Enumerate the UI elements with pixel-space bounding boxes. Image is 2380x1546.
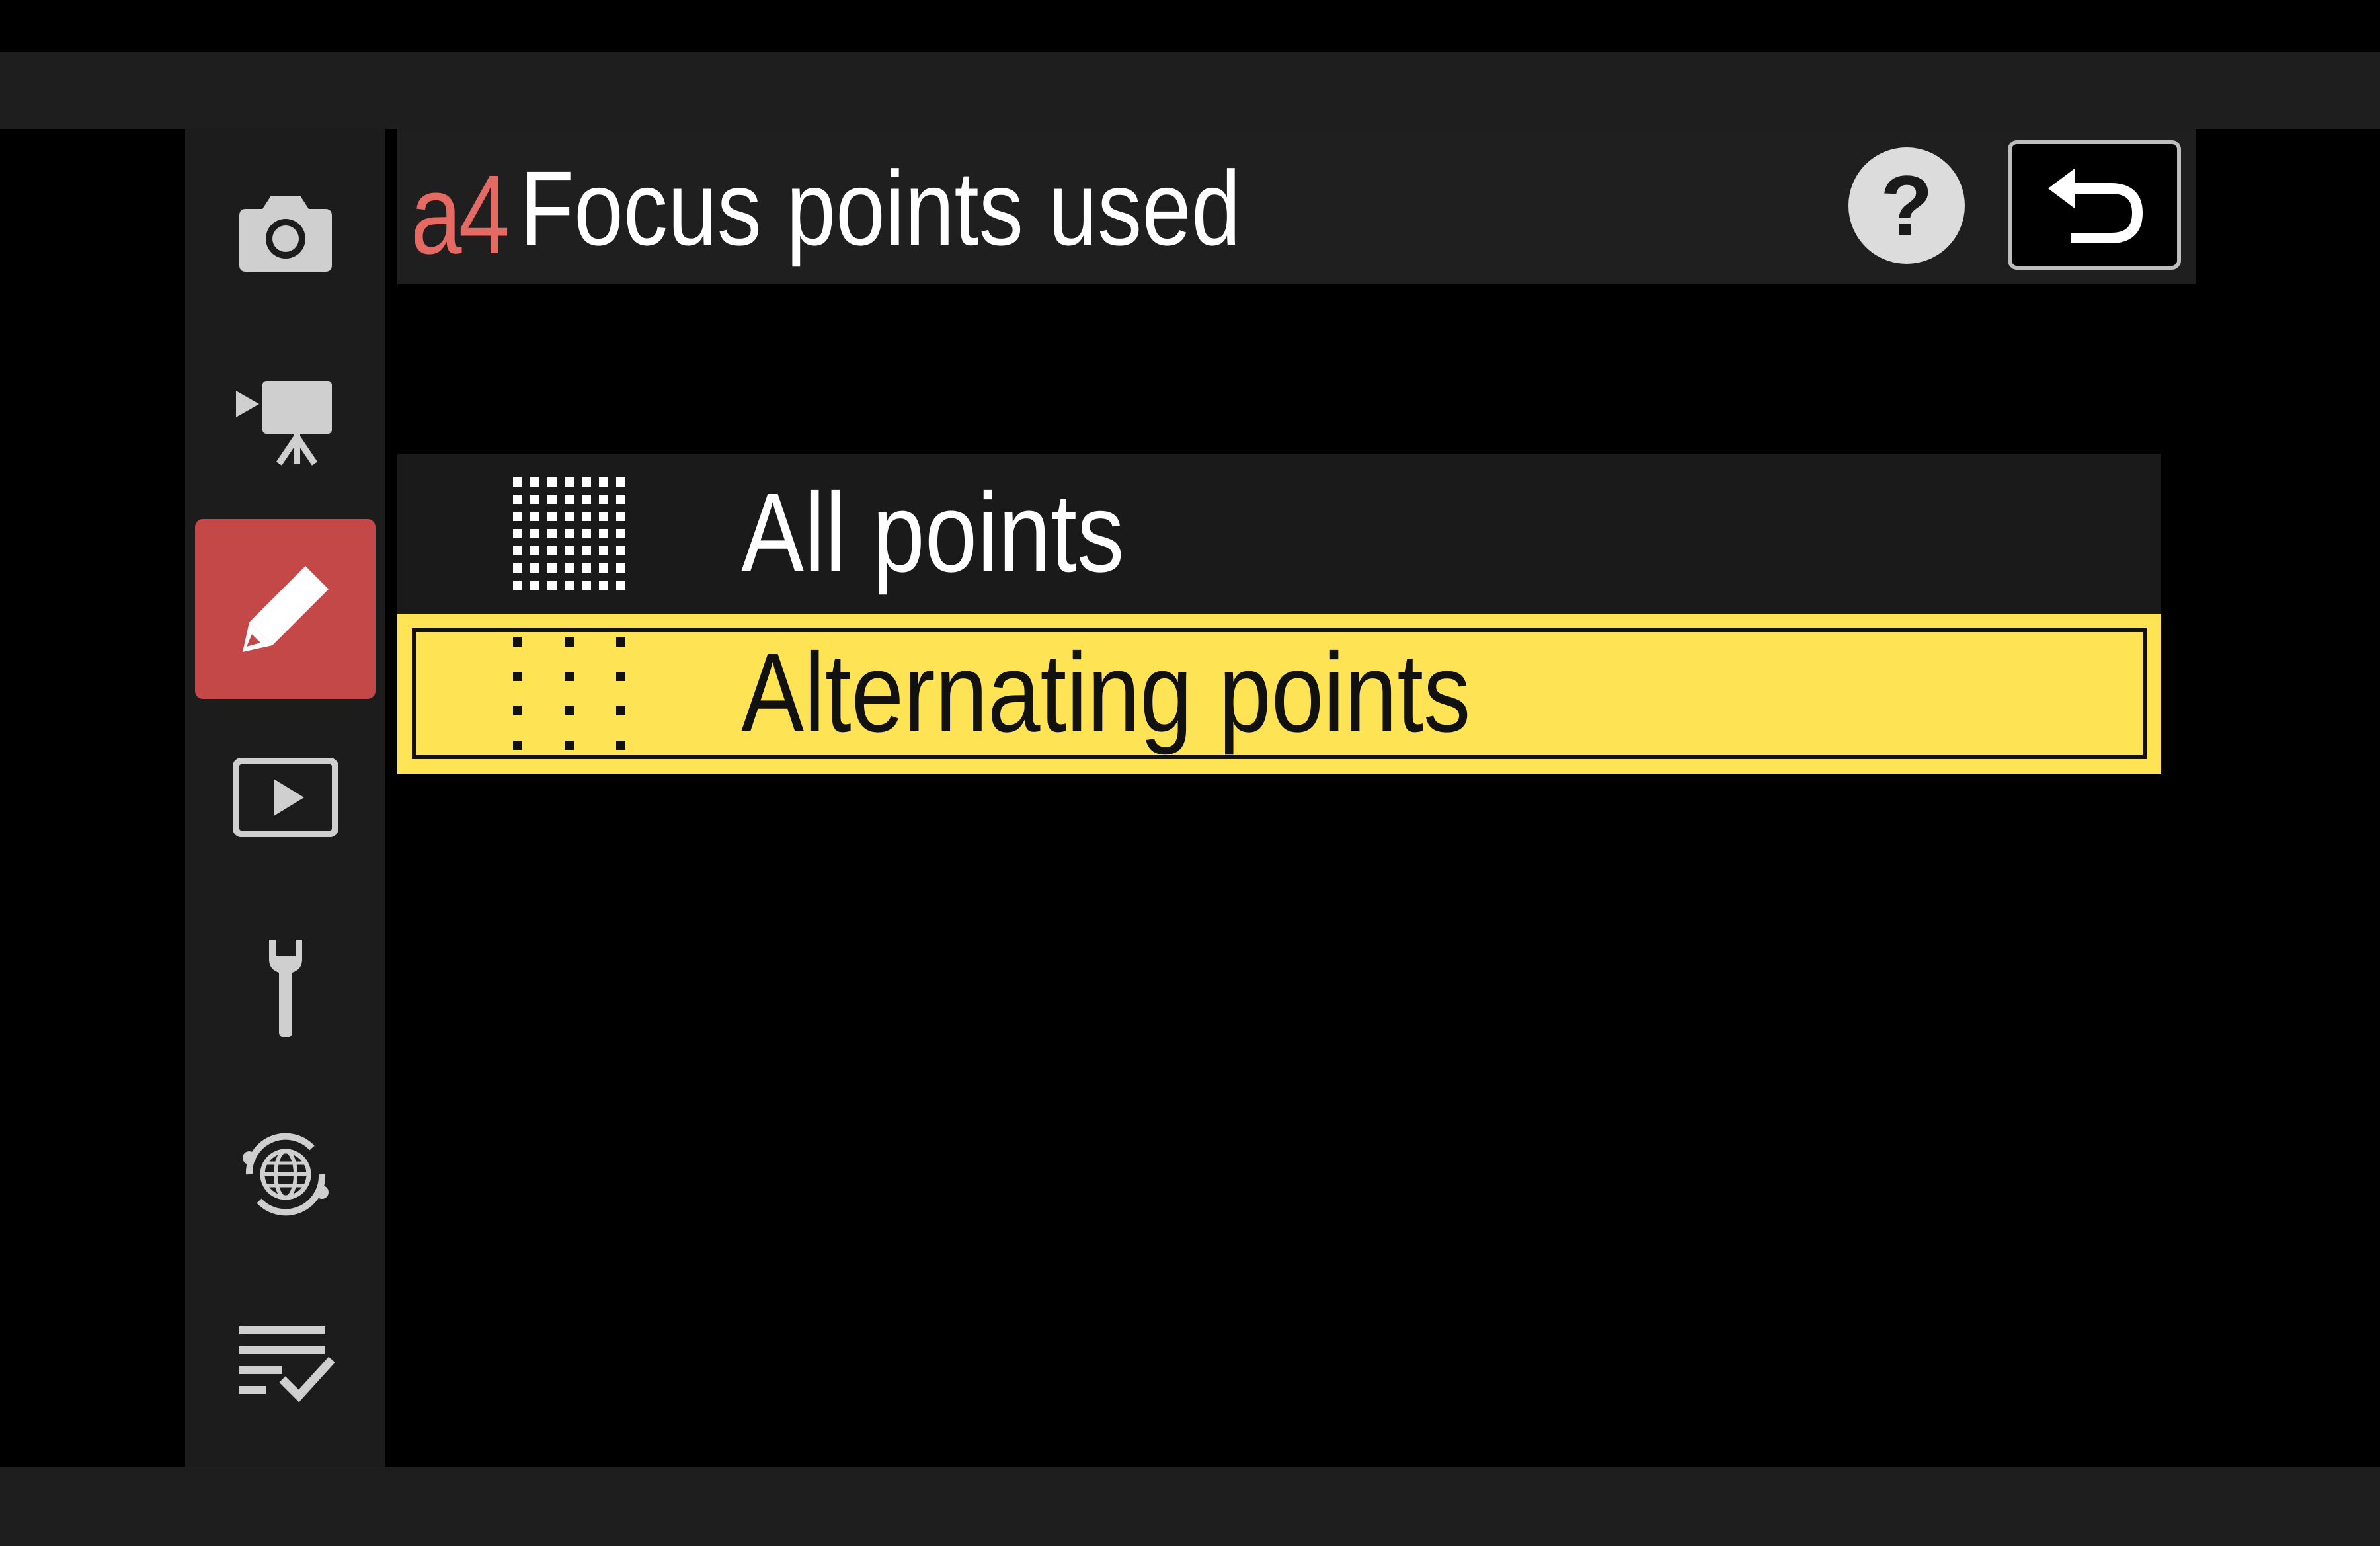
setting-code: a4 (411, 152, 510, 278)
return-arrow-icon (2048, 169, 2143, 243)
camera-menu-screen: a4 Focus points used ? All points Altern… (0, 0, 2380, 1546)
photo-shooting-menu-tab[interactable] (195, 142, 376, 322)
page-title: Focus points used (520, 149, 1241, 267)
custom-settings-menu-tab[interactable] (195, 519, 376, 699)
playback-menu-tab[interactable] (195, 708, 376, 887)
menu-header: a4 Focus points used ? (397, 129, 2196, 284)
alternating-points-grid-icon (513, 637, 625, 750)
menu-sidebar (185, 129, 385, 1467)
network-icon (242, 1133, 329, 1216)
my-menu-icon (239, 1326, 335, 1403)
bottom-band (0, 1467, 2380, 1546)
help-button[interactable]: ? (1848, 147, 1965, 264)
option-alternating-points[interactable]: Alternating points (397, 614, 2161, 774)
network-menu-tab[interactable] (195, 1084, 376, 1264)
movie-camera-icon (235, 381, 332, 466)
top-band (0, 52, 2380, 129)
my-menu-tab[interactable] (195, 1273, 376, 1453)
pencil-icon (242, 566, 329, 652)
help-icon: ? (1880, 157, 1933, 254)
movie-recording-menu-tab[interactable] (195, 331, 376, 510)
camera-icon (239, 196, 332, 272)
wrench-icon (268, 940, 302, 1037)
back-button[interactable] (2008, 140, 2181, 270)
playback-icon (232, 758, 338, 837)
option-label: All points (741, 470, 1125, 596)
all-points-grid-icon (513, 477, 625, 590)
setup-menu-tab[interactable] (195, 896, 376, 1076)
option-all-points[interactable]: All points (397, 454, 2161, 614)
option-label: Alternating points (741, 630, 1471, 756)
